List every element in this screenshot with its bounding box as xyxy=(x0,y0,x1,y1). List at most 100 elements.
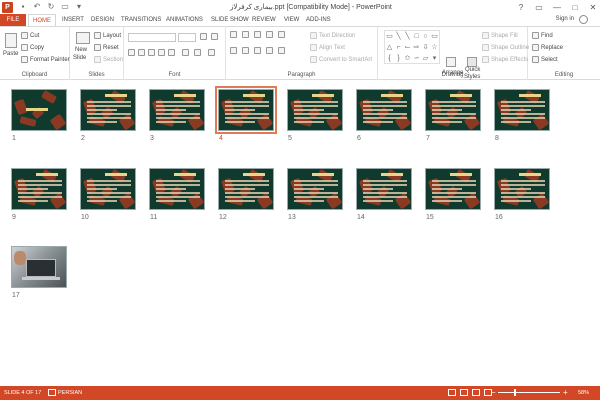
shape-triangle-icon[interactable]: △ xyxy=(385,42,394,53)
columns-button[interactable] xyxy=(278,47,285,54)
italic-button[interactable] xyxy=(138,49,145,56)
slide-thumbnail[interactable] xyxy=(425,168,481,210)
zoom-in-button[interactable]: + xyxy=(563,388,568,397)
font-name-combo[interactable] xyxy=(128,33,176,42)
save-icon[interactable]: ▪ xyxy=(19,3,27,11)
section-button[interactable]: Section xyxy=(94,56,123,63)
shape-callout-icon[interactable]: ▱ xyxy=(421,53,430,64)
slide-thumbnail[interactable] xyxy=(287,89,343,131)
format-painter-button[interactable]: Format Painter xyxy=(21,56,70,63)
shape-effects-button[interactable]: Shape Effects xyxy=(482,56,528,63)
tab-transitions[interactable]: TRANSITIONS xyxy=(121,14,161,26)
shape-rect-icon[interactable]: □ xyxy=(412,31,421,42)
select-button[interactable]: Select xyxy=(532,56,558,63)
line-spacing-button[interactable] xyxy=(278,31,285,38)
justify-button[interactable] xyxy=(266,47,273,54)
align-text-button[interactable]: Align Text xyxy=(310,44,345,51)
slide-thumbnail[interactable] xyxy=(215,86,277,134)
font-size-combo[interactable] xyxy=(178,33,196,42)
convert-smartart-button[interactable]: Convert to SmartArt xyxy=(310,56,372,63)
slide-thumbnail[interactable] xyxy=(149,168,205,210)
customize-qat-icon[interactable]: ▾ xyxy=(75,3,83,11)
tab-animations[interactable]: ANIMATIONS xyxy=(166,14,203,26)
slide-thumbnail[interactable] xyxy=(356,89,412,131)
shape-text-box-icon[interactable]: ▭ xyxy=(385,31,394,42)
shape-curve-icon[interactable]: ∽ xyxy=(412,53,421,64)
slide-thumbnail[interactable] xyxy=(11,89,67,131)
tab-slide-show[interactable]: SLIDE SHOW xyxy=(211,14,249,26)
shape-star-icon[interactable]: ☆ xyxy=(430,42,439,53)
maximize-button[interactable]: □ xyxy=(570,3,580,12)
slide-thumbnail[interactable] xyxy=(149,89,205,131)
cut-button[interactable]: Cut xyxy=(21,32,39,39)
bullets-button[interactable] xyxy=(230,31,237,38)
layout-button[interactable]: Layout xyxy=(94,32,121,39)
underline-button[interactable] xyxy=(148,49,155,56)
increase-indent-button[interactable] xyxy=(266,31,273,38)
close-button[interactable]: ✕ xyxy=(588,3,598,12)
shape-outline-button[interactable]: Shape Outline xyxy=(482,44,529,51)
slide-thumbnail[interactable] xyxy=(218,168,274,210)
zoom-out-button[interactable]: − xyxy=(491,388,496,397)
arrange-button[interactable]: Arrange xyxy=(442,70,463,76)
align-center-button[interactable] xyxy=(242,47,249,54)
shape-line-icon[interactable]: ╲ xyxy=(394,31,403,42)
char-spacing-button[interactable] xyxy=(182,49,189,56)
slide-sorter-icon[interactable] xyxy=(460,389,468,396)
minimize-button[interactable]: — xyxy=(552,3,562,12)
replace-button[interactable]: Replace xyxy=(532,44,563,51)
shape-arrow-right-icon[interactable]: ⇨ xyxy=(412,42,421,53)
align-right-button[interactable] xyxy=(254,47,261,54)
align-left-button[interactable] xyxy=(230,47,237,54)
undo-icon[interactable]: ↶ xyxy=(33,3,41,11)
tab-add-ins[interactable]: ADD-INS xyxy=(306,14,331,26)
sign-in-link[interactable]: Sign in xyxy=(556,16,574,22)
shadow-button[interactable] xyxy=(158,49,165,56)
change-case-button[interactable] xyxy=(194,49,201,56)
shape-oval-icon[interactable]: ○ xyxy=(421,31,430,42)
find-button[interactable]: Find xyxy=(532,32,553,39)
slide-sorter-view[interactable]: 1 2 3 4 5 6 7 8 9 10 11 12 13 14 15 16 17 xyxy=(0,81,600,386)
normal-view-icon[interactable] xyxy=(448,389,456,396)
font-color-button[interactable] xyxy=(208,49,215,56)
strikethrough-button[interactable] xyxy=(168,49,175,56)
new-slide-dropdown[interactable]: Slide xyxy=(73,55,86,61)
grow-font-button[interactable] xyxy=(200,33,207,40)
paste-button[interactable]: Paste xyxy=(3,51,18,57)
tab-home[interactable]: HOME xyxy=(28,14,56,26)
reset-button[interactable]: Reset xyxy=(94,44,119,51)
shape-more-icon[interactable]: ▾ xyxy=(430,53,439,64)
slide-thumbnail[interactable] xyxy=(287,168,343,210)
arrange-icon[interactable] xyxy=(446,57,456,67)
language-indicator[interactable]: PERSIAN xyxy=(58,390,82,396)
shape-star2-icon[interactable]: ✩ xyxy=(403,53,412,64)
paste-icon[interactable] xyxy=(5,33,17,48)
slide-thumbnail[interactable] xyxy=(494,168,550,210)
shrink-font-button[interactable] xyxy=(211,33,218,40)
zoom-level[interactable]: 58% xyxy=(578,390,589,396)
start-from-beginning-icon[interactable]: ▭ xyxy=(61,3,69,11)
slide-thumbnail[interactable] xyxy=(494,89,550,131)
new-slide-icon[interactable] xyxy=(76,32,90,44)
tab-insert[interactable]: INSERT xyxy=(62,14,84,26)
numbering-button[interactable] xyxy=(242,31,249,38)
zoom-slider[interactable] xyxy=(498,392,560,393)
user-icon[interactable] xyxy=(579,15,588,24)
slide-thumbnail[interactable] xyxy=(11,246,67,288)
shape-elbow-icon[interactable]: ⌙ xyxy=(403,42,412,53)
shape-line2-icon[interactable]: ╲ xyxy=(403,31,412,42)
shape-arrow-down-icon[interactable]: ⇩ xyxy=(421,42,430,53)
redo-icon[interactable]: ↻ xyxy=(47,3,55,11)
tab-review[interactable]: REVIEW xyxy=(252,14,276,26)
decrease-indent-button[interactable] xyxy=(254,31,261,38)
quick-styles-button-2[interactable]: Styles xyxy=(464,74,480,80)
shapes-gallery[interactable]: ▭ ╲ ╲ □ ○ ▭ △ ⌐ ⌙ ⇨ ⇩ ☆ { } ✩ ∽ ▱ ▾ xyxy=(384,30,440,64)
tab-view[interactable]: VIEW xyxy=(284,14,299,26)
shape-brace2-icon[interactable]: } xyxy=(394,53,403,64)
spelling-icon[interactable] xyxy=(48,389,56,396)
help-button[interactable]: ? xyxy=(516,3,526,12)
zoom-slider-knob[interactable] xyxy=(513,389,516,396)
tab-file[interactable]: FILE xyxy=(0,14,26,26)
slide-thumbnail[interactable] xyxy=(356,168,412,210)
slide-thumbnail[interactable] xyxy=(80,168,136,210)
